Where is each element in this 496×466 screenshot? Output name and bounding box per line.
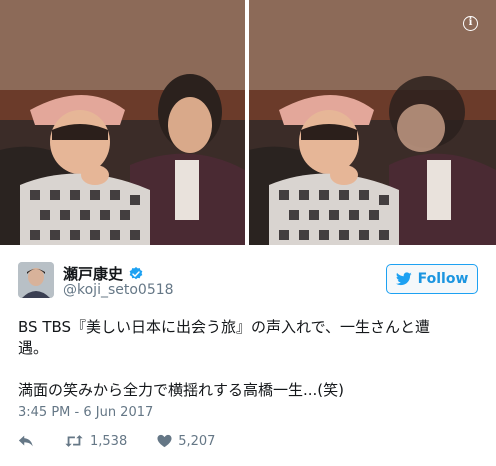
tweet-media[interactable]: i	[0, 0, 496, 245]
avatar-image	[18, 262, 54, 298]
tweet-text-line: BS TBS『美しい日本に出会う旅』の声入れで、一生さんと遭	[18, 318, 430, 336]
like-count: 5,207	[178, 433, 216, 449]
tweet-text: BS TBS『美しい日本に出会う旅』の声入れで、一生さんと遭 遇。 満面の笑みか…	[18, 317, 478, 401]
tweet-header: 瀬戸康史 @koji_seto0518 Follow	[18, 262, 478, 302]
reply-button[interactable]	[18, 434, 34, 448]
photo-right[interactable]: i	[249, 0, 496, 245]
info-icon[interactable]: i	[463, 16, 478, 31]
avatar[interactable]	[18, 262, 54, 298]
twitter-bird-icon	[395, 272, 412, 286]
retweet-button[interactable]: 1,538	[64, 434, 127, 449]
verified-badge-icon	[129, 266, 143, 279]
photo-left-image	[0, 0, 245, 245]
photo-left[interactable]	[0, 0, 245, 245]
timestamp[interactable]: 3:45 PM - 6 Jun 2017	[18, 405, 153, 420]
display-name[interactable]: 瀬戸康史	[63, 263, 123, 284]
name-row: 瀬戸康史	[63, 263, 144, 284]
tweet-text-line: 満面の笑みから全力で横揺れする高橋一生...(笑)	[18, 381, 345, 399]
tweet-actions: 1,538 5,207	[18, 431, 215, 451]
retweet-icon	[65, 435, 83, 447]
follow-label: Follow	[417, 271, 469, 287]
heart-icon	[157, 434, 172, 448]
tweet-text-line: 遇。	[18, 339, 49, 357]
handle[interactable]: @koji_seto0518	[63, 282, 174, 298]
reply-icon	[18, 435, 33, 447]
retweet-count: 1,538	[90, 433, 128, 449]
like-button[interactable]: 5,207	[157, 434, 215, 449]
photo-right-image	[249, 0, 496, 245]
follow-button[interactable]: Follow	[386, 264, 478, 294]
